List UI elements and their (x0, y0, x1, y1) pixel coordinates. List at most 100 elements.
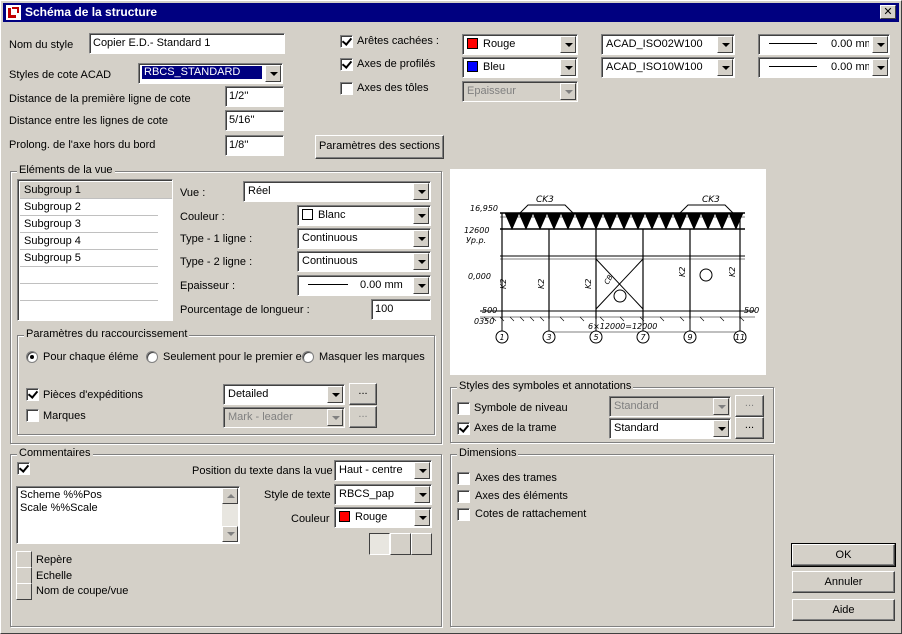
list-item[interactable]: Subgroup 5 (20, 250, 158, 267)
level-symbol-checkbox[interactable] (457, 402, 470, 415)
sheet-axes-checkbox[interactable] (340, 82, 353, 95)
align-right-button[interactable] (411, 533, 432, 555)
profile-axes-linetype-select[interactable]: ACAD_ISO10W100 (601, 57, 735, 78)
chevron-down-icon[interactable] (872, 59, 888, 76)
shipping-parts-more-button[interactable]: ... (349, 383, 377, 405)
comments-scrollbar[interactable] (222, 488, 238, 542)
chevron-down-icon[interactable] (717, 36, 733, 53)
chevron-down-icon[interactable] (872, 36, 888, 53)
chevron-down-icon[interactable] (413, 253, 429, 270)
profile-axes-color-select[interactable]: Bleu (462, 57, 578, 78)
chevron-down-icon[interactable] (717, 59, 733, 76)
grid-axes-label: Axes de la trame (474, 422, 557, 434)
prolong-input[interactable]: 1/8'' (225, 135, 284, 156)
list-item[interactable]: Subgroup 3 (20, 216, 158, 233)
close-button[interactable]: ✕ (880, 5, 896, 19)
acad-style-select[interactable]: RBCS_STANDARD (138, 63, 283, 84)
title-bar[interactable]: Schéma de la structure ✕ (3, 3, 899, 22)
profile-axes-weight-select[interactable]: 0.00 mm (758, 57, 890, 78)
chevron-down-icon[interactable] (414, 486, 430, 503)
scale-insert-label: Echelle (36, 570, 73, 582)
preview-k2-label: K2 (499, 279, 508, 289)
hidden-edges-color-select[interactable]: Rouge (462, 34, 578, 55)
grid-axes-checkbox[interactable] (457, 422, 470, 435)
comments-textarea[interactable]: Scheme %%Pos Scale %%Scale (16, 486, 240, 544)
shortening-title: Paramètres du raccourcissement (24, 328, 190, 340)
chevron-down-icon[interactable] (265, 65, 281, 82)
text-style-select[interactable]: RBCS_pap (334, 484, 432, 505)
grid-axes-more-button[interactable]: ... (735, 417, 764, 439)
comment-color-value: Rouge (355, 511, 388, 523)
ok-button[interactable]: OK (791, 543, 896, 567)
thickness-select[interactable]: 0.00 mm (297, 275, 431, 296)
list-item[interactable]: Subgroup 2 (20, 199, 158, 216)
chevron-down-icon[interactable] (413, 277, 429, 294)
align-center-button[interactable] (390, 533, 411, 555)
preview-k2-label: K2 (678, 267, 687, 277)
list-item[interactable]: Subgroup 1 (20, 182, 172, 199)
scroll-down-icon[interactable] (222, 526, 238, 542)
profile-axes-weight: 0.00 mm (831, 61, 869, 73)
chevron-down-icon[interactable] (414, 509, 430, 526)
grid-axes-select[interactable]: Standard (609, 418, 731, 439)
shipping-parts-value: Detailed (228, 388, 269, 400)
radio-first-only[interactable] (146, 351, 158, 363)
element-color-select[interactable]: Blanc (297, 205, 431, 226)
chevron-down-icon[interactable] (713, 420, 729, 437)
sections-params-button[interactable]: Paramètres des sections (315, 135, 444, 159)
type2-select[interactable]: Continuous (297, 251, 431, 272)
dimensions-title: Dimensions (457, 447, 519, 459)
text-position-select[interactable]: Haut - centre (334, 460, 432, 481)
mark-insert-button[interactable] (16, 551, 32, 568)
dist-first-input[interactable]: 1/2'' (225, 86, 284, 107)
sheet-thickness-select[interactable]: Epaisseur (462, 81, 578, 102)
help-button[interactable]: Aide (792, 599, 895, 621)
dist-between-input[interactable]: 5/16'' (225, 110, 284, 131)
comments-enable-checkbox[interactable] (17, 462, 30, 475)
list-item[interactable]: Subgroup 4 (20, 233, 158, 250)
chevron-down-icon[interactable] (560, 36, 576, 53)
radio-each-element[interactable] (26, 351, 38, 363)
shipping-parts-checkbox[interactable] (26, 388, 39, 401)
scroll-up-icon[interactable] (222, 488, 238, 504)
chevron-down-icon[interactable] (414, 462, 430, 479)
level-symbol-select[interactable]: Standard (609, 396, 731, 417)
view-select[interactable]: Réel (243, 181, 431, 202)
chevron-down-icon[interactable] (413, 207, 429, 224)
hidden-edges-linetype-select[interactable]: ACAD_ISO02W100 (601, 34, 735, 55)
grid-axes-dim-checkbox[interactable] (457, 472, 470, 485)
element-axes-dim-checkbox[interactable] (457, 490, 470, 503)
align-left-button[interactable] (369, 533, 390, 555)
text-position-label: Position du texte dans la vue (192, 465, 333, 477)
radio-hide-marks[interactable] (302, 351, 314, 363)
chevron-down-icon[interactable] (560, 83, 576, 100)
hidden-edges-checkbox[interactable] (340, 35, 353, 48)
chevron-down-icon[interactable] (560, 59, 576, 76)
chevron-down-icon[interactable] (713, 398, 729, 415)
shipping-parts-label: Pièces d'expéditions (43, 389, 143, 401)
section-name-insert-button[interactable] (16, 583, 32, 600)
cancel-button[interactable]: Annuler (792, 571, 895, 593)
scale-insert-button[interactable] (16, 567, 32, 584)
sheet-axes-label: Axes des tôles (357, 82, 429, 94)
profile-axes-checkbox[interactable] (340, 58, 353, 71)
style-name-input[interactable]: Copier E.D.- Standard 1 (89, 33, 285, 54)
line-weight-icon (769, 43, 817, 44)
chevron-down-icon[interactable] (413, 230, 429, 247)
hidden-edges-weight-select[interactable]: 0.00 mm (758, 34, 890, 55)
attach-dim-checkbox[interactable] (457, 508, 470, 521)
level-symbol-more-button[interactable]: ... (735, 395, 764, 417)
chevron-down-icon[interactable] (327, 386, 343, 403)
subgroup-list[interactable]: Subgroup 1 Subgroup 2 Subgroup 3 Subgrou… (17, 179, 173, 321)
marks-checkbox[interactable] (26, 409, 39, 422)
marks-more-button[interactable]: ... (349, 406, 377, 428)
length-percent-input[interactable]: 100 (371, 299, 431, 320)
chevron-down-icon[interactable] (413, 183, 429, 200)
type1-select[interactable]: Continuous (297, 228, 431, 249)
comment-color-select[interactable]: Rouge (334, 507, 432, 528)
marks-select[interactable]: Mark - leader (223, 407, 345, 428)
comment-color-label: Couleur (291, 513, 330, 525)
shipping-parts-select[interactable]: Detailed (223, 384, 345, 405)
element-color-value: Blanc (318, 209, 346, 221)
chevron-down-icon[interactable] (327, 409, 343, 426)
